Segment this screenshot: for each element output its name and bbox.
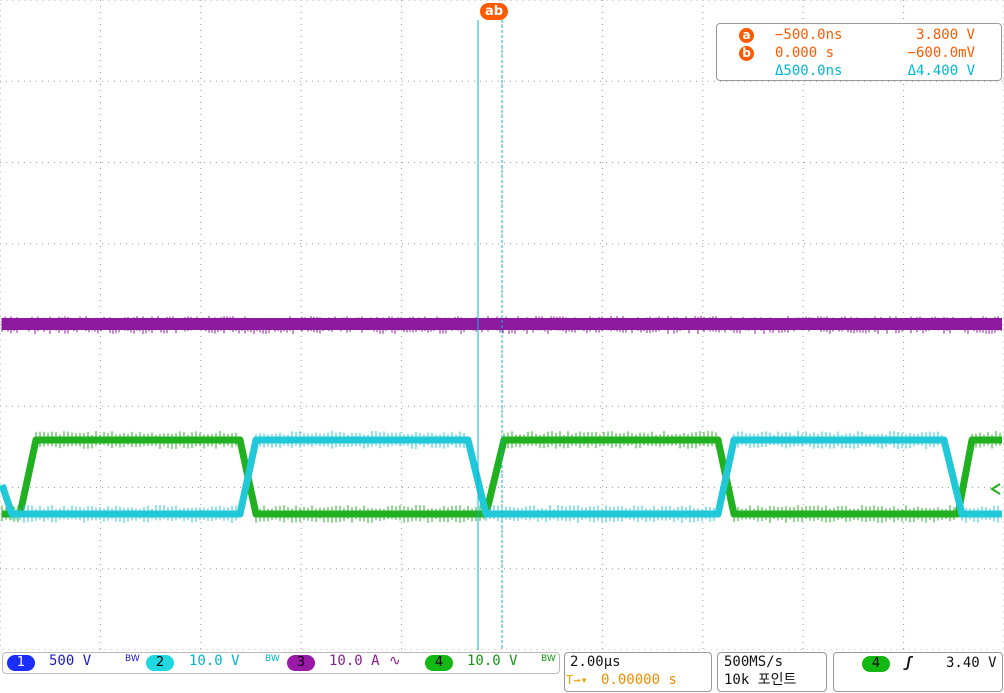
acquisition-panel[interactable]: 500MS/s 10k 포인트 — [717, 652, 827, 692]
channel-2-scale: 10.0 V — [189, 653, 240, 669]
cursor-delta-row: Δ500.0ns Δ4.400 V — [717, 63, 1001, 81]
channel-1-bw-icon: BW — [125, 654, 140, 664]
trigger-level-marker-icon — [990, 483, 1001, 495]
status-bar: 1 500 V BW 2 10.0 V BW 3 10.0 A ∿ 4 10.0… — [0, 651, 1004, 693]
graticule — [0, 0, 1004, 650]
horizontal-scale: 2.00µs — [570, 654, 621, 670]
waveform-display[interactable]: ab a −500.0ns 3.800 V b 0.000 s −600.0mV… — [0, 0, 1004, 650]
channel-1-scale: 500 V — [49, 653, 92, 669]
cursor-a-icon: a — [739, 28, 754, 43]
channel-3-badge: 3 — [287, 655, 315, 671]
cursor-b-row: b 0.000 s −600.0mV — [717, 45, 1001, 63]
cursor-b-value: −600.0mV — [907, 45, 975, 61]
cursor-readout-panel: a −500.0ns 3.800 V b 0.000 s −600.0mV Δ5… — [716, 23, 1002, 81]
trigger-source-badge: 4 — [862, 656, 890, 672]
cursor-delta-value: Δ4.400 V — [907, 63, 975, 79]
rising-edge-icon: ʃ — [904, 655, 913, 671]
horizontal-panel[interactable]: 2.00µs T→▾ 0.00000 s — [564, 652, 712, 692]
trigger-panel[interactable]: 4 ʃ 3.40 V — [833, 652, 1003, 692]
channel-1-badge: 1 — [7, 655, 35, 671]
horizontal-position: 0.00000 s — [601, 672, 677, 688]
channel-2-bw-icon: BW — [265, 654, 280, 664]
cursor-b-icon: b — [739, 46, 754, 61]
cursor-delta-time: Δ500.0ns — [775, 63, 843, 79]
sample-rate: 500MS/s — [724, 654, 784, 670]
channel-4-bw-icon: BW — [541, 654, 556, 664]
channel-readout-panel: 1 500 V BW 2 10.0 V BW 3 10.0 A ∿ 4 10.0… — [2, 652, 560, 674]
cursor-a-time: −500.0ns — [775, 27, 843, 43]
record-length: 10k 포인트 — [724, 672, 797, 688]
cursor-ab-marker[interactable]: ab — [480, 3, 508, 20]
channel-4-badge: 4 — [425, 655, 453, 671]
channel-2-badge: 2 — [146, 655, 174, 671]
cursor-a-row: a −500.0ns 3.800 V — [717, 27, 1001, 45]
cursor-b-time: 0.000 s — [775, 45, 835, 61]
channel-3-scale: 10.0 A — [329, 653, 380, 669]
channel-4-scale: 10.0 V — [467, 653, 518, 669]
trigger-position-icon: T→▾ — [566, 673, 588, 687]
cursor-a-value: 3.800 V — [915, 27, 975, 43]
trigger-level: 3.40 V — [946, 655, 997, 671]
channel-3-coupling-icon: ∿ — [389, 653, 401, 669]
